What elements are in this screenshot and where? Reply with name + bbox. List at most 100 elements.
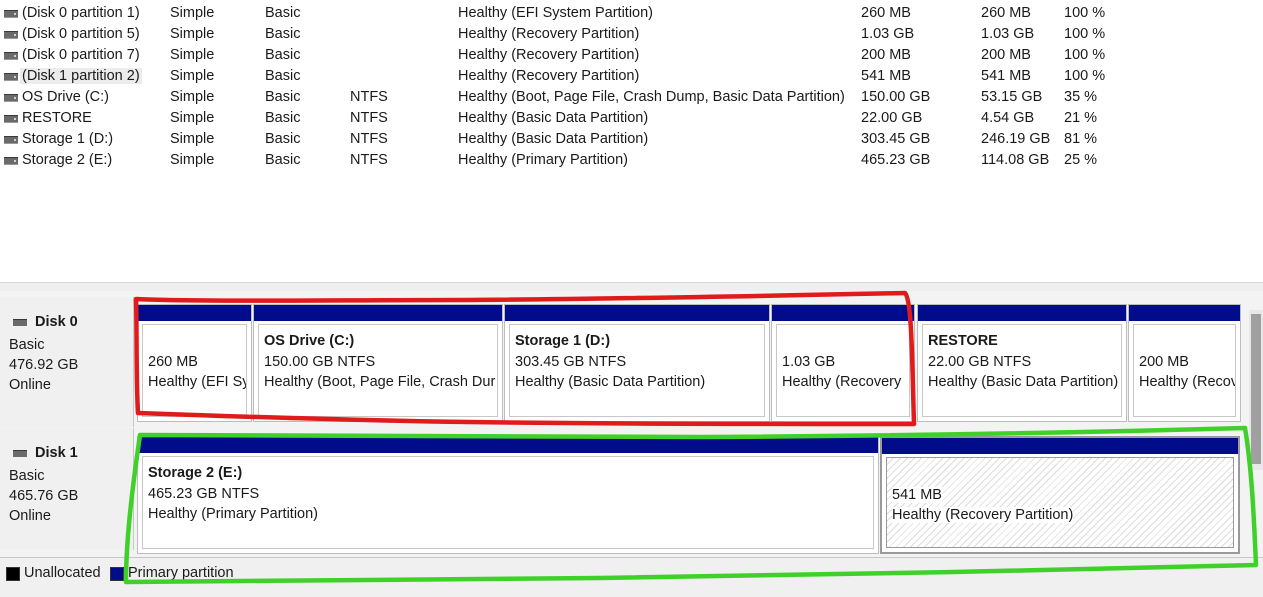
partition-status: Healthy (Primary Partition) [148, 506, 319, 522]
partition-size: 465.23 GB NTFS [148, 486, 260, 502]
disk-icon [13, 450, 27, 457]
table-row[interactable]: (Disk 0 partition 5) Simple Basic Health… [0, 24, 1263, 45]
partition-bar [138, 437, 878, 453]
partition-status: Healthy (EFI Sy [148, 374, 247, 390]
capacity-cell: 200 MB [861, 47, 911, 63]
primary-partition-swatch [110, 567, 124, 581]
drive-icon [4, 31, 18, 39]
drive-icon [4, 94, 18, 102]
status-cell: Healthy (Recovery Partition) [458, 68, 640, 84]
capacity-cell: 303.45 GB [861, 131, 931, 147]
partition-restore[interactable]: RESTORE 22.00 GB NTFS Healthy (Basic Dat… [917, 304, 1127, 422]
volume-name: Storage 1 (D:) [22, 131, 114, 147]
partition-recovery-2[interactable]: 200 MB Healthy (Recov [1128, 304, 1241, 422]
partition-bar [505, 305, 769, 321]
percent-free-cell: 21 % [1064, 110, 1098, 126]
volume-name: Storage 2 (E:) [22, 152, 113, 168]
type-cell: Basic [265, 131, 301, 147]
disk-1-label[interactable]: Disk 1 Basic 465.76 GB Online [0, 428, 134, 550]
partition-bar [138, 305, 251, 321]
disk-0-label[interactable]: Disk 0 Basic 476.92 GB Online [0, 297, 134, 427]
layout-cell: Simple [170, 110, 215, 126]
partition-storage-1-d[interactable]: Storage 1 (D:) 303.45 GB NTFS Healthy (B… [504, 304, 770, 422]
table-row[interactable]: Storage 2 (E:) Simple Basic NTFS Healthy… [0, 150, 1263, 171]
type-cell: Basic [265, 152, 301, 168]
graphical-disk-view: Disk 0 Basic 476.92 GB Online 260 MB Hea… [0, 291, 1263, 596]
disk-type: Basic [9, 468, 45, 484]
layout-cell: Simple [170, 131, 215, 147]
partition-status: Healthy (Recovery Partition) [892, 507, 1074, 523]
partition-recovery-1[interactable]: 1.03 GB Healthy (Recovery [771, 304, 915, 422]
file-system-cell: NTFS [350, 110, 388, 126]
file-system-cell: NTFS [350, 152, 388, 168]
disk-size: 476.92 GB [9, 357, 79, 373]
partition-body: 1.03 GB Healthy (Recovery [776, 324, 910, 417]
table-row[interactable]: OS Drive (C:) Simple Basic NTFS Healthy … [0, 87, 1263, 108]
table-row[interactable]: RESTORE Simple Basic NTFS Healthy (Basic… [0, 108, 1263, 129]
volume-list: (Disk 0 partition 1) Simple Basic Health… [0, 0, 1263, 282]
drive-icon [4, 10, 18, 18]
capacity-cell: 260 MB [861, 5, 911, 21]
status-cell: Healthy (EFI System Partition) [458, 5, 653, 21]
drive-icon [4, 115, 18, 123]
partition-bar [772, 305, 914, 321]
volume-name: RESTORE [22, 110, 92, 126]
partition-bar [254, 305, 502, 321]
vertical-scrollbar[interactable] [1249, 310, 1263, 470]
free-space-cell: 114.08 GB [981, 152, 1050, 168]
layout-cell: Simple [170, 47, 215, 63]
drive-icon [4, 157, 18, 165]
drive-icon [4, 52, 18, 60]
type-cell: Basic [265, 68, 301, 84]
layout-cell: Simple [170, 26, 215, 42]
partition-storage-2-e[interactable]: Storage 2 (E:) 465.23 GB NTFS Healthy (P… [137, 436, 879, 554]
partition-body: 200 MB Healthy (Recov [1133, 324, 1236, 417]
capacity-cell: 465.23 GB [861, 152, 931, 168]
volume-name: OS Drive (C:) [22, 89, 109, 105]
percent-free-cell: 100 % [1064, 26, 1106, 42]
free-space-cell: 4.54 GB [981, 110, 1035, 126]
type-cell: Basic [265, 110, 301, 126]
layout-cell: Simple [170, 5, 215, 21]
disk-type: Basic [9, 337, 45, 353]
status-cell: Healthy (Basic Data Partition) [458, 110, 649, 126]
partition-efi-system[interactable]: 260 MB Healthy (EFI Sy [137, 304, 252, 422]
table-row[interactable]: (Disk 0 partition 7) Simple Basic Health… [0, 45, 1263, 66]
capacity-cell: 1.03 GB [861, 26, 915, 42]
legend: Unallocated Primary partition [0, 557, 1263, 597]
type-cell: Basic [265, 5, 301, 21]
scrollbar-thumb[interactable] [1251, 314, 1261, 464]
layout-cell: Simple [170, 89, 215, 105]
disk-name: Disk 1 [35, 445, 78, 461]
layout-cell: Simple [170, 68, 215, 84]
drive-icon [4, 136, 18, 144]
partition-os-drive-c[interactable]: OS Drive (C:) 150.00 GB NTFS Healthy (Bo… [253, 304, 503, 422]
partition-size: 303.45 GB NTFS [515, 354, 627, 370]
percent-free-cell: 25 % [1064, 152, 1098, 168]
partition-status: Healthy (Recovery [782, 374, 902, 390]
partition-bar [882, 438, 1238, 454]
partition-title: Storage 2 (E:) [148, 465, 243, 481]
partition-title: RESTORE [928, 333, 998, 349]
table-row[interactable]: (Disk 0 partition 1) Simple Basic Health… [0, 3, 1263, 24]
partition-size: 150.00 GB NTFS [264, 354, 376, 370]
table-row[interactable]: Storage 1 (D:) Simple Basic NTFS Healthy… [0, 129, 1263, 150]
partition-recovery-disk-1-selected[interactable]: 541 MB Healthy (Recovery Partition) [880, 436, 1240, 554]
percent-free-cell: 81 % [1064, 131, 1098, 147]
status-cell: Healthy (Recovery Partition) [458, 26, 640, 42]
volume-name: (Disk 0 partition 1) [22, 5, 140, 21]
drive-icon [4, 73, 18, 81]
partition-title: OS Drive (C:) [264, 333, 355, 349]
capacity-cell: 150.00 GB [861, 89, 931, 105]
status-cell: Healthy (Boot, Page File, Crash Dump, Ba… [458, 89, 845, 105]
table-row-selected[interactable]: (Disk 1 partition 2) Simple Basic Health… [0, 66, 1263, 87]
partition-status: Healthy (Basic Data Partition) [515, 374, 706, 390]
disk-state: Online [9, 377, 51, 393]
partition-bar [1129, 305, 1240, 321]
file-system-cell: NTFS [350, 89, 388, 105]
volume-name: (Disk 0 partition 7) [22, 47, 140, 63]
disk-name: Disk 0 [35, 314, 78, 330]
status-cell: Healthy (Recovery Partition) [458, 47, 640, 63]
partition-body: Storage 1 (D:) 303.45 GB NTFS Healthy (B… [509, 324, 765, 417]
partition-status: Healthy (Basic Data Partition) [928, 374, 1119, 390]
